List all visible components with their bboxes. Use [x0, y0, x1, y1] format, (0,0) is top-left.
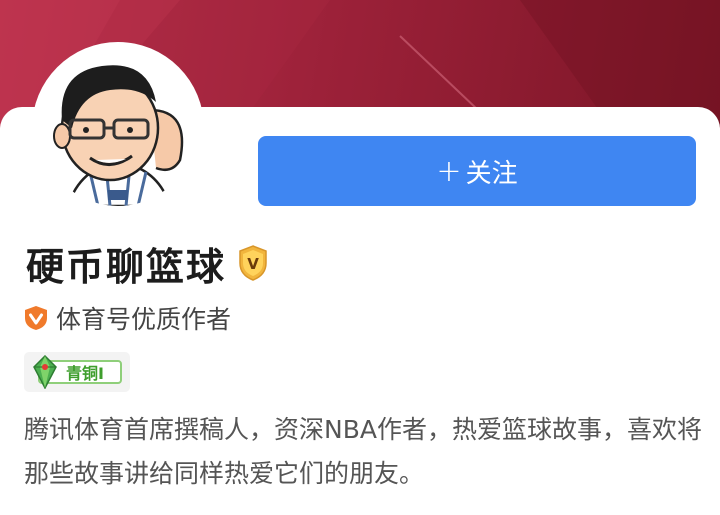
- cartoon-avatar-image: [53, 65, 184, 206]
- level-label: 青铜I: [66, 364, 104, 383]
- profile-name: 硬币聊篮球: [26, 244, 227, 289]
- verified-v-badge-icon[interactable]: V: [238, 245, 268, 281]
- avatar[interactable]: [40, 50, 196, 206]
- certification-shield-icon: [25, 306, 47, 330]
- verified-badge-letter: V: [247, 255, 259, 273]
- certification-row: 体育号优质作者: [24, 300, 231, 336]
- name-row: 硬币聊篮球 V: [26, 236, 268, 290]
- bronze-gem-icon: [33, 355, 57, 389]
- level-badge[interactable]: 青铜I: [24, 352, 130, 392]
- certification-text: 体育号优质作者: [56, 305, 232, 334]
- profile-bio: 腾讯体育首席撰稿人，资深NBA作者，热爱篮球故事，喜欢将那些故事讲给同样热爱它们…: [24, 415, 702, 488]
- follow-button-label: 关注: [465, 158, 518, 189]
- follow-button[interactable]: + 关注: [258, 136, 696, 206]
- plus-icon: +: [436, 153, 462, 189]
